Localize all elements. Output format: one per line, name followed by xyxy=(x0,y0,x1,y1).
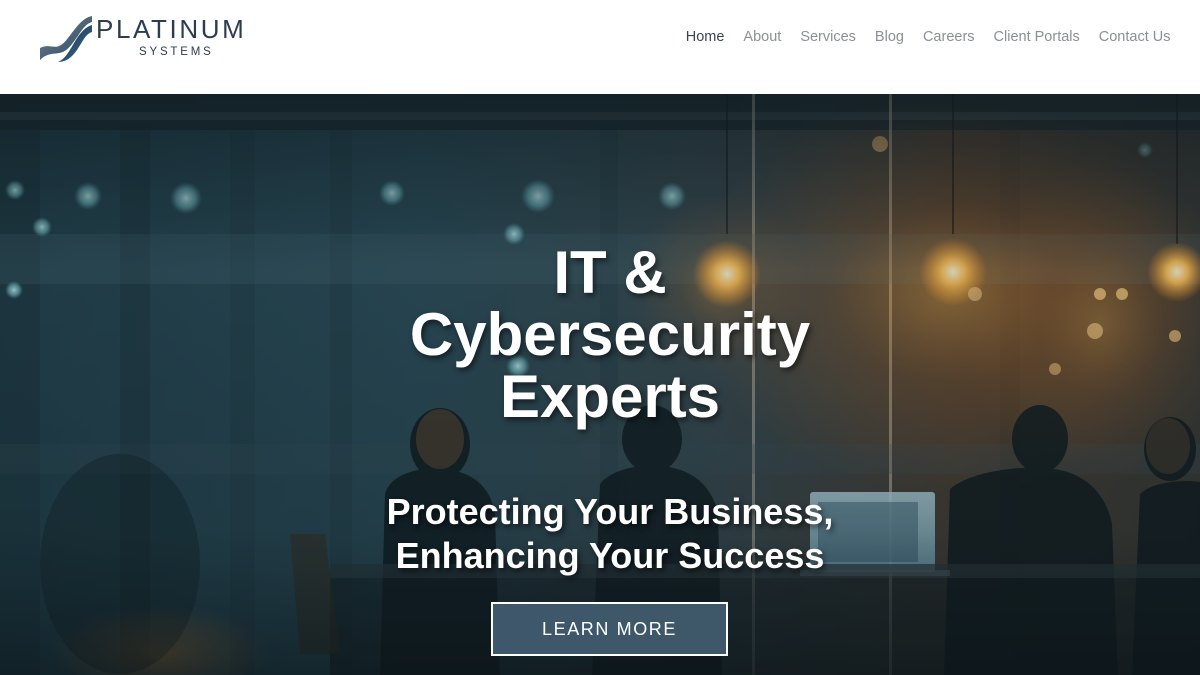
nav-item-about[interactable]: About xyxy=(734,27,791,47)
hero-title: IT & Cybersecurity Experts xyxy=(300,242,920,428)
hero-subtitle: Protecting Your Business, Enhancing Your… xyxy=(300,490,920,578)
logo-subtitle: SYSTEMS xyxy=(139,46,214,58)
learn-more-button[interactable]: LEARN MORE xyxy=(491,602,728,656)
hero-subtitle-line: Enhancing Your Success xyxy=(395,535,825,576)
logo-link[interactable]: PLATINUM SYSTEMS xyxy=(38,14,268,66)
nav-item-careers[interactable]: Careers xyxy=(913,27,984,47)
logo-wordmark: PLATINUM xyxy=(96,14,247,44)
nav-item-contact-us[interactable]: Contact Us xyxy=(1089,27,1180,47)
nav-item-client-portals[interactable]: Client Portals xyxy=(984,27,1089,47)
hero-title-line: Experts xyxy=(499,363,721,430)
main-nav: Home About Services Blog Careers Client … xyxy=(676,27,1180,47)
site-header: PLATINUM SYSTEMS Home About Services Blo… xyxy=(0,0,1200,94)
hero-title-line: Cybersecurity xyxy=(409,301,811,368)
nav-item-services[interactable]: Services xyxy=(791,27,866,47)
hero-content: IT & Cybersecurity Experts Protecting Yo… xyxy=(0,94,1200,675)
hero-subtitle-line: Protecting Your Business, xyxy=(386,491,834,532)
hero-title-line: IT & xyxy=(553,239,667,306)
platinum-logo-mark-icon xyxy=(40,16,92,62)
hero-section: IT & Cybersecurity Experts Protecting Yo… xyxy=(0,94,1200,675)
nav-item-blog[interactable]: Blog xyxy=(865,27,913,47)
nav-item-home[interactable]: Home xyxy=(676,27,734,47)
